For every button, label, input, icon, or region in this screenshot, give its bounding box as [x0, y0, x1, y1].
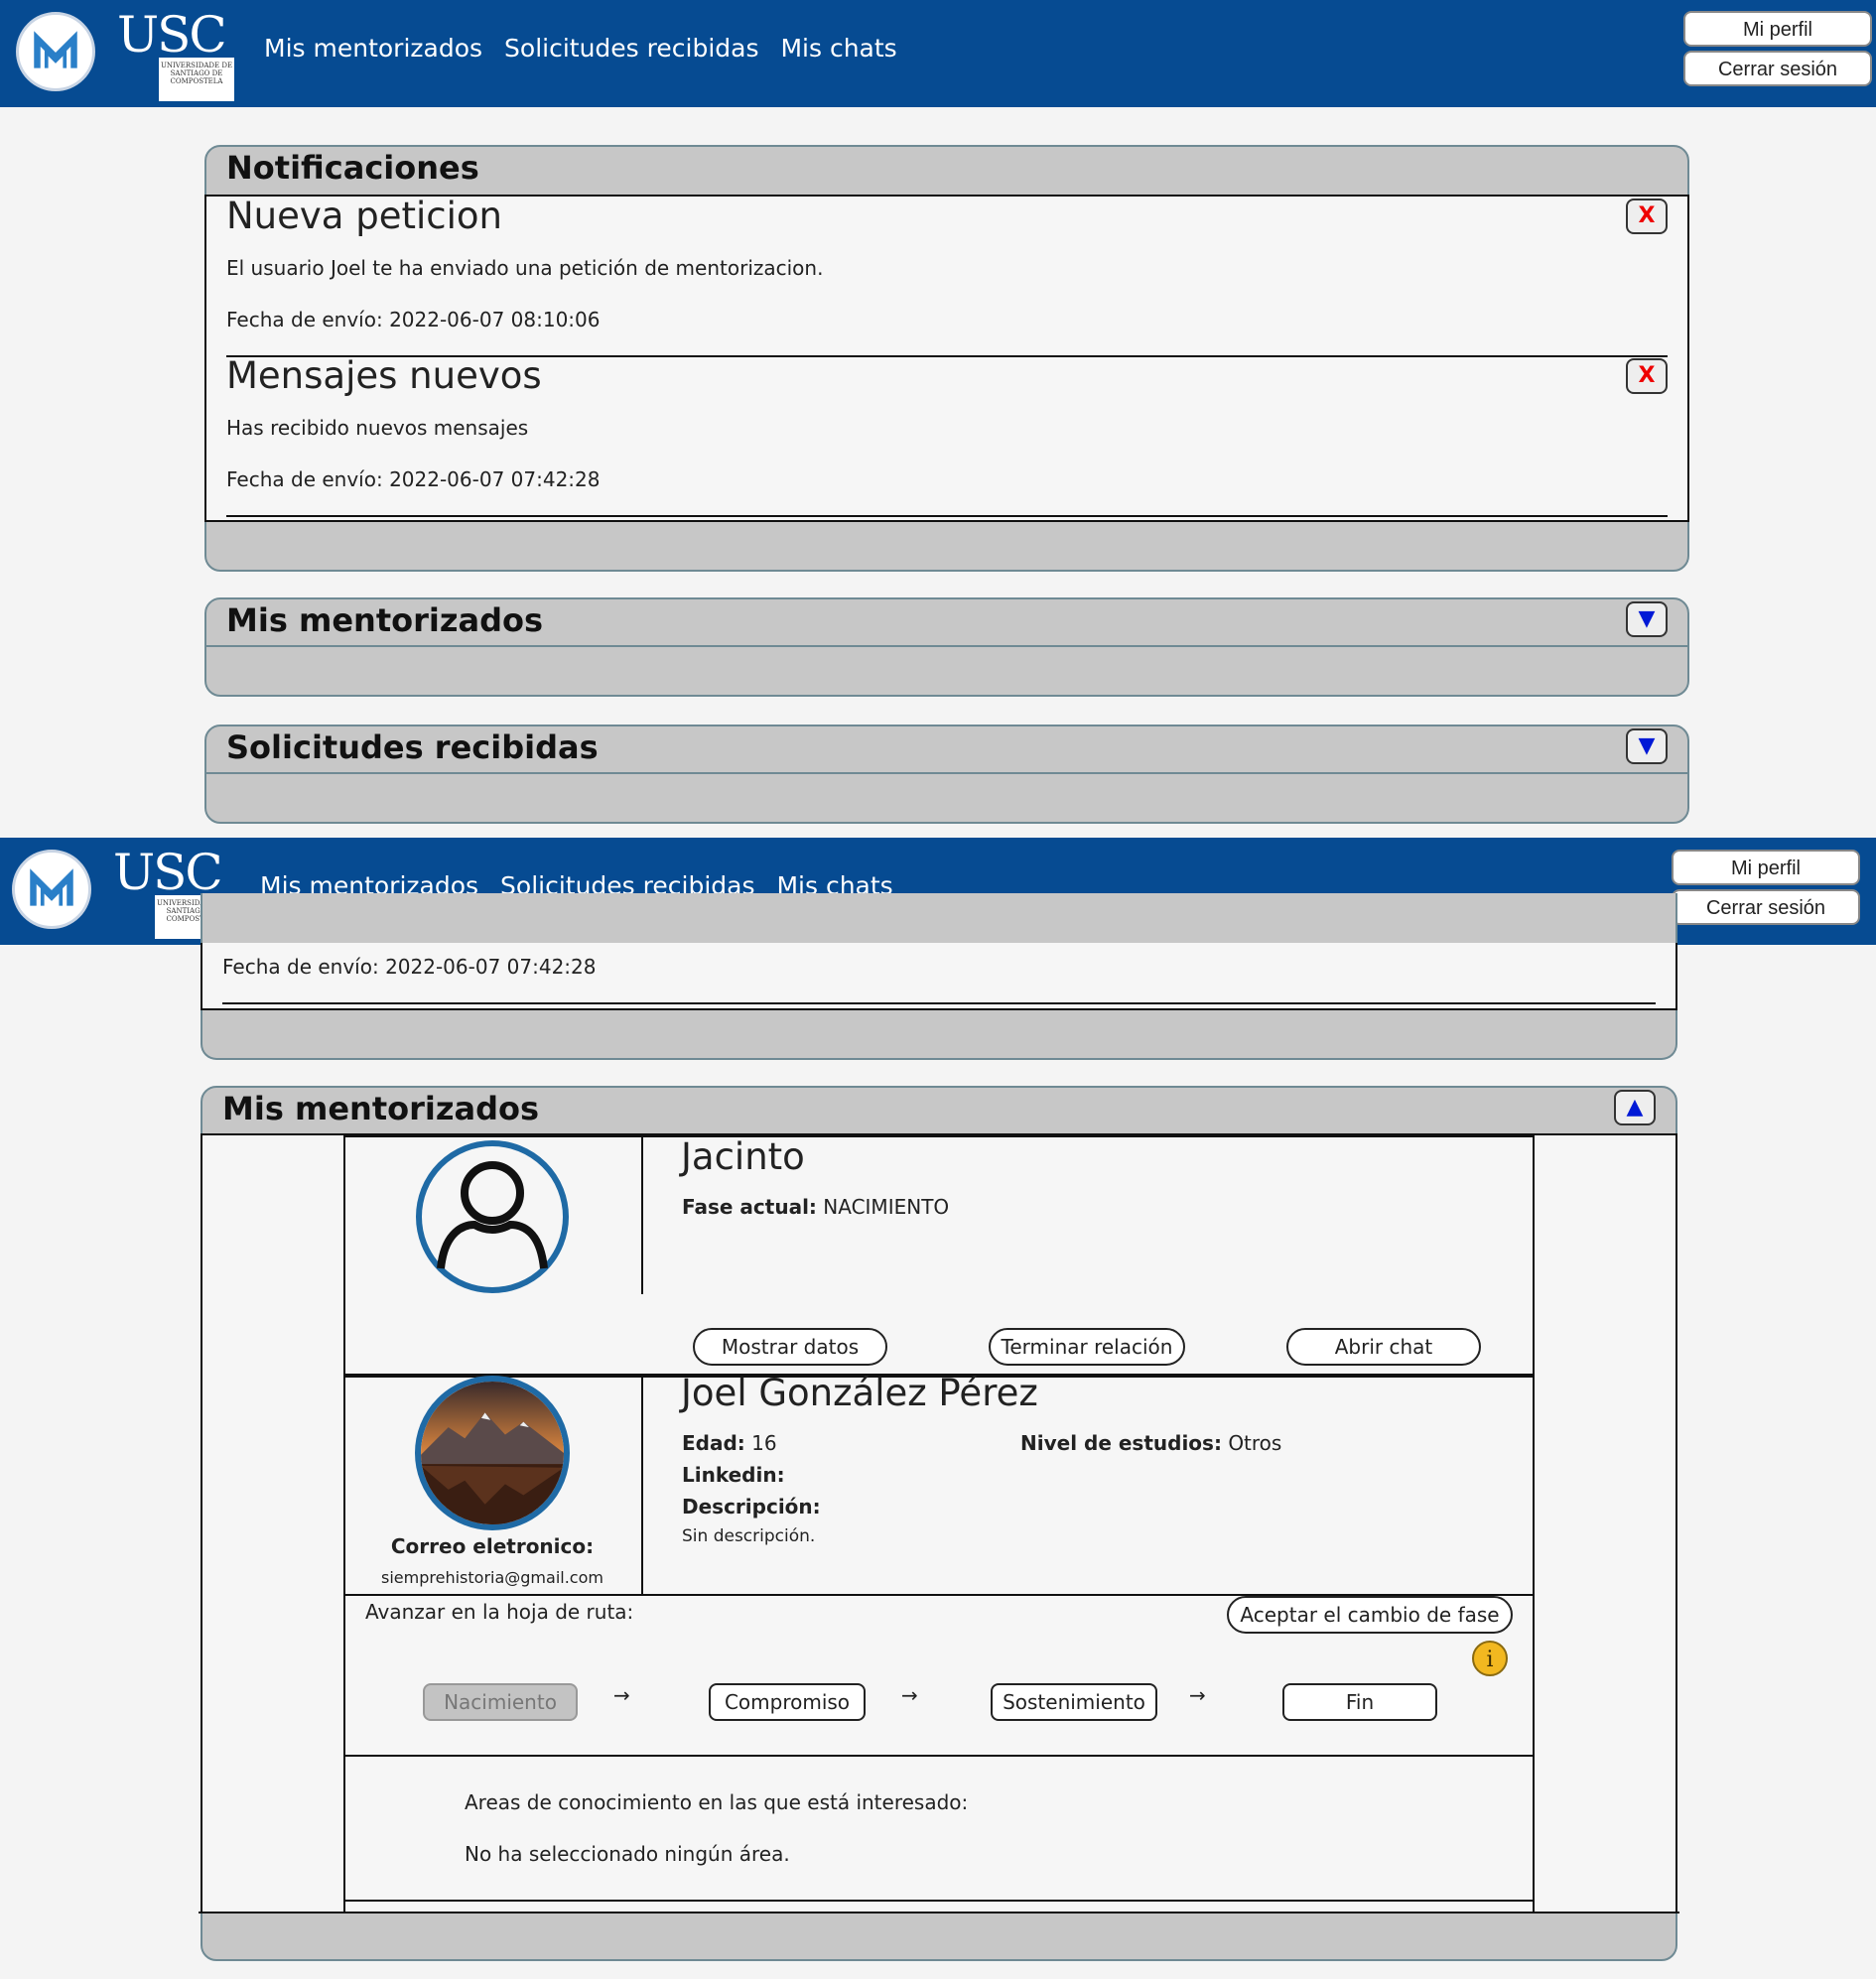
- notification-text: El usuario Joel te ha enviado una petici…: [226, 256, 824, 280]
- phase-label: Fase actual:: [682, 1195, 817, 1219]
- expand-button[interactable]: ▼: [1626, 728, 1668, 764]
- areas-section: [343, 1755, 1535, 1913]
- main-nav: Mis mentorizados Solicitudes recibidas M…: [264, 34, 897, 63]
- notification-date: Fecha de envío: 2022-06-07 07:42:28: [222, 955, 597, 979]
- nav-mis-chats[interactable]: Mis chats: [780, 34, 896, 63]
- divider: [641, 1135, 643, 1296]
- roadmap-label: Avanzar en la hoja de ruta:: [365, 1600, 634, 1624]
- nav-mis-mentorizados[interactable]: Mis mentorizados: [264, 34, 482, 63]
- logout-button[interactable]: Cerrar sesión: [1672, 889, 1860, 925]
- expand-button[interactable]: ▼: [1626, 601, 1668, 637]
- mentees-title: Mis mentorizados: [226, 601, 544, 639]
- phase-nacimiento-button[interactable]: Nacimiento: [423, 1683, 578, 1721]
- arrow-icon: →: [1189, 1683, 1206, 1707]
- divider: [206, 772, 1687, 774]
- phase-compromiso-button[interactable]: Compromiso: [709, 1683, 866, 1721]
- divider: [226, 515, 1668, 517]
- description-value: Sin descripción.: [682, 1526, 816, 1546]
- profile-button[interactable]: Mi perfil: [1683, 11, 1872, 47]
- email-value: siemprehistoria@gmail.com: [381, 1568, 603, 1587]
- phase-value: NACIMIENTO: [823, 1195, 950, 1219]
- accept-phase-change-button[interactable]: Aceptar el cambio de fase: [1227, 1596, 1513, 1634]
- email-label: Correo eletronico:: [390, 1534, 595, 1558]
- arrow-icon: →: [901, 1683, 918, 1707]
- open-chat-button[interactable]: Abrir chat: [1286, 1328, 1481, 1366]
- close-notification-button[interactable]: X: [1626, 198, 1668, 234]
- svg-text:i: i: [1486, 1648, 1493, 1672]
- collapse-button[interactable]: ▲: [1614, 1090, 1656, 1125]
- age-value: 16: [751, 1431, 777, 1455]
- divider: [222, 1002, 1656, 1004]
- mentoring-logo-icon[interactable]: [12, 850, 91, 929]
- areas-value: No ha seleccionado ningún área.: [465, 1842, 790, 1866]
- studies-value: Otros: [1228, 1431, 1282, 1455]
- nav-solicitudes-recibidas[interactable]: Solicitudes recibidas: [504, 34, 758, 63]
- divider: [343, 1900, 1535, 1902]
- phase-sostenimiento-button[interactable]: Sostenimiento: [991, 1683, 1157, 1721]
- areas-label: Areas de conocimiento en las que está in…: [465, 1790, 969, 1814]
- profile-button[interactable]: Mi perfil: [1672, 850, 1860, 885]
- top-header: USC UNIVERSIDADE DE SANTIAGO DE COMPOSTE…: [0, 0, 1876, 107]
- info-icon[interactable]: i: [1471, 1640, 1509, 1677]
- notifications-title: Notificaciones: [226, 149, 479, 187]
- notification-date: Fecha de envío: 2022-06-07 07:42:28: [226, 467, 601, 491]
- description-label: Descripción:: [682, 1495, 821, 1518]
- close-notification-button[interactable]: X: [1626, 358, 1668, 394]
- show-data-button[interactable]: Mostrar datos: [693, 1328, 887, 1366]
- default-avatar-icon: [415, 1139, 570, 1294]
- mentoring-logo-icon[interactable]: [16, 12, 95, 91]
- mentee-name: Jacinto: [681, 1135, 805, 1178]
- requests-title: Solicitudes recibidas: [226, 728, 599, 766]
- arrow-icon: →: [613, 1683, 630, 1707]
- notification-text: Has recibido nuevos mensajes: [226, 416, 529, 440]
- mentee-photo: [415, 1376, 570, 1530]
- end-relationship-button[interactable]: Terminar relación: [989, 1328, 1185, 1366]
- mentees-title: Mis mentorizados: [222, 1090, 540, 1127]
- age-label: Edad:: [682, 1431, 745, 1455]
- mentee-name: Joel González Pérez: [681, 1372, 1038, 1414]
- notification-title: Nueva peticion: [226, 195, 502, 237]
- divider: [199, 1912, 1679, 1913]
- usc-logo[interactable]: USC UNIVERSIDADE DE SANTIAGO DE COMPOSTE…: [117, 6, 234, 101]
- phase-fin-button[interactable]: Fin: [1282, 1683, 1437, 1721]
- notification-date: Fecha de envío: 2022-06-07 08:10:06: [226, 308, 601, 331]
- studies-label: Nivel de estudios:: [1020, 1431, 1222, 1455]
- divider: [206, 645, 1687, 647]
- logout-button[interactable]: Cerrar sesión: [1683, 51, 1872, 86]
- notification-title: Mensajes nuevos: [226, 354, 542, 397]
- linkedin-label: Linkedin:: [682, 1463, 785, 1487]
- divider: [641, 1374, 643, 1596]
